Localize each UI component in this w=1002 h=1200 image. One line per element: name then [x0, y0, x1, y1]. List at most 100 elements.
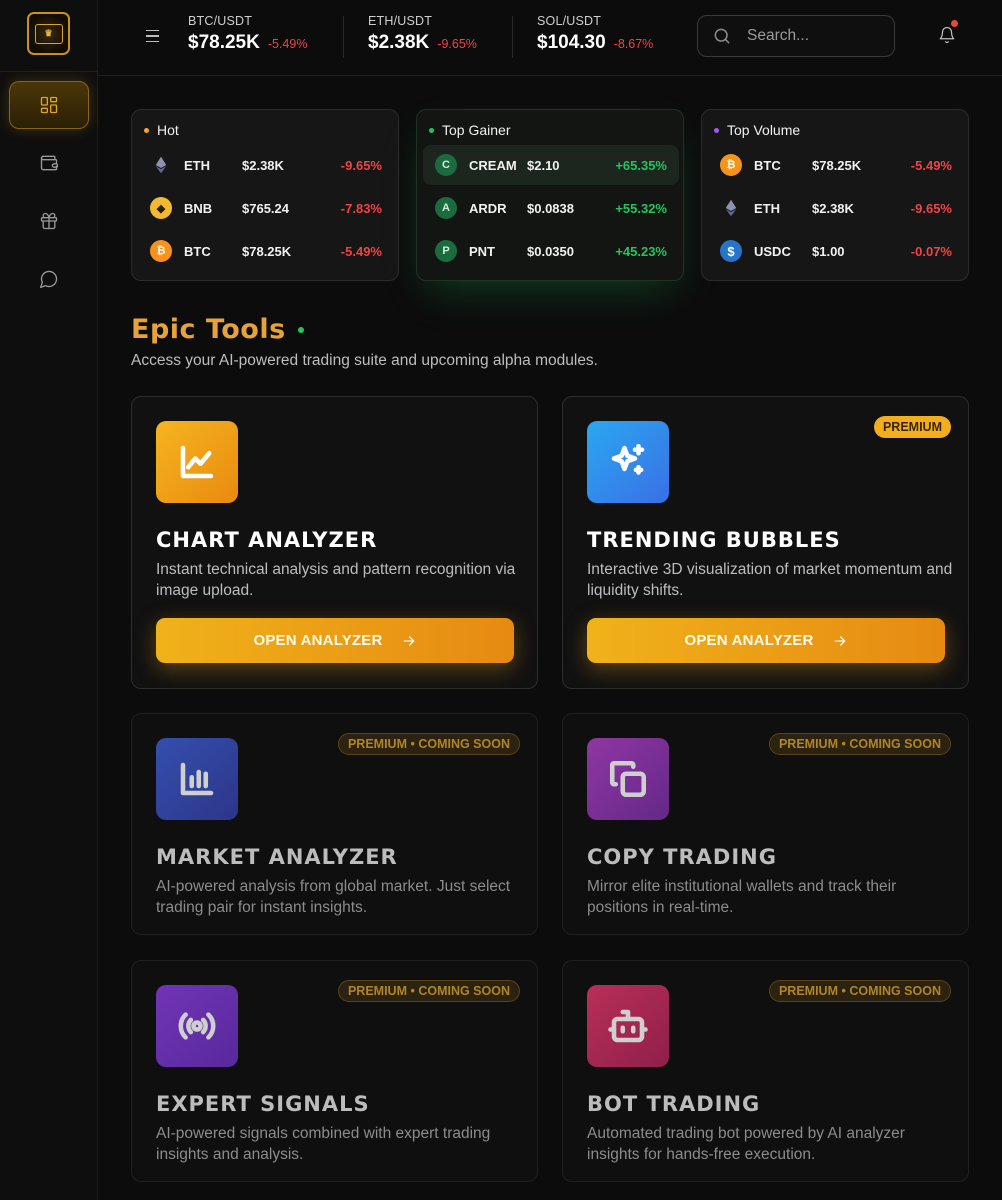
- ticker-sol[interactable]: SOL/USDT $104.30 -8.67%: [537, 14, 653, 54]
- sidebar-item-wallet[interactable]: [9, 139, 89, 187]
- tool-name: TRENDING BUBBLES: [587, 528, 841, 552]
- bar-chart-icon: [156, 738, 238, 820]
- market-row[interactable]: ₿ BTC $78.25K -5.49%: [708, 145, 964, 185]
- eth-coin-icon: [150, 154, 172, 176]
- market-row[interactable]: $ USDC $1.00 -0.07%: [708, 231, 964, 271]
- coin-change: -9.65%: [910, 200, 952, 216]
- line-chart-icon: [156, 421, 238, 503]
- ticker-pair: BTC/USDT: [188, 14, 253, 28]
- coin-change: +65.35%: [615, 157, 667, 173]
- market-card-top-volume: Top Volume ₿ BTC $78.25K -5.49% ETH $2.3…: [701, 109, 969, 281]
- tool-description: AI-powered analysis from global market. …: [156, 878, 511, 916]
- market-row[interactable]: C CREAM $2.10 +65.35%: [423, 145, 679, 185]
- menu-toggle-button[interactable]: [142, 26, 162, 46]
- radio-signal-icon: [156, 985, 238, 1067]
- market-row[interactable]: P PNT $0.0350 +45.23%: [423, 231, 679, 271]
- coin-symbol: BTC: [754, 157, 781, 173]
- coin-change: -5.49%: [340, 243, 382, 259]
- notifications-button[interactable]: [938, 20, 960, 48]
- usdc-coin-icon: $: [720, 240, 742, 262]
- coin-symbol: PNT: [469, 243, 495, 259]
- coming-soon-badge: PREMIUM • COMING SOON: [337, 733, 520, 755]
- ticker-btc[interactable]: BTC/USDT $78.25K -5.49%: [188, 14, 307, 54]
- tool-description: Mirror elite institutional wallets and t…: [587, 878, 897, 916]
- card-title: Hot: [157, 122, 179, 138]
- btc-coin-icon: ₿: [720, 154, 742, 176]
- sidebar: ♛: [0, 0, 98, 1200]
- market-row[interactable]: ₿ BTC $78.25K -5.49%: [138, 231, 394, 271]
- coming-soon-badge: PREMIUM • COMING SOON: [337, 980, 520, 1002]
- coin-price: $2.10: [527, 157, 560, 173]
- brand-logo[interactable]: ♛: [27, 12, 70, 55]
- notification-dot: [951, 20, 958, 27]
- ardr-coin-icon: A: [435, 197, 457, 219]
- market-row[interactable]: ETH $2.38K -9.65%: [708, 188, 964, 228]
- gift-icon: [40, 212, 58, 230]
- title-dot: [714, 127, 719, 133]
- eth-coin-icon: [720, 197, 742, 219]
- title-dot: [144, 127, 149, 133]
- tool-name: COPY TRADING: [587, 845, 777, 869]
- ticker-change: -9.65%: [437, 37, 477, 51]
- coin-change: +45.23%: [615, 243, 667, 259]
- arrow-right-icon: [834, 635, 845, 646]
- open-analyzer-button[interactable]: OPEN ANALYZER: [587, 618, 945, 663]
- section-title: Epic Tools: [131, 314, 304, 345]
- tool-description: Instant technical analysis and pattern r…: [156, 561, 516, 599]
- coin-price: $0.0838: [527, 200, 574, 216]
- top-header: BTC/USDT $78.25K -5.49% ETH/USDT $2.38K …: [98, 0, 1002, 76]
- cream-coin-icon: C: [435, 154, 457, 176]
- open-analyzer-button[interactable]: OPEN ANALYZER: [156, 618, 514, 663]
- button-label: OPEN ANALYZER: [684, 632, 814, 649]
- ticker-price: $2.38K: [368, 32, 430, 53]
- card-title: Top Volume: [727, 122, 801, 138]
- ticker-divider: [343, 16, 344, 58]
- ticker-change: -8.67%: [613, 37, 654, 51]
- tool-description: Interactive 3D visualization of market m…: [587, 561, 953, 599]
- hamburger-icon-line: [145, 29, 159, 32]
- coin-price: $0.0350: [527, 243, 574, 259]
- search-input[interactable]: [747, 27, 877, 45]
- dashboard-icon: [40, 96, 58, 114]
- hamburger-icon-line: [145, 35, 159, 37]
- copy-icon: [587, 738, 669, 820]
- coin-change: -5.49%: [910, 157, 952, 173]
- market-row[interactable]: ETH $2.38K -9.65%: [138, 145, 394, 185]
- ticker-pair: SOL/USDT: [537, 14, 602, 28]
- button-label: OPEN ANALYZER: [253, 632, 383, 649]
- search-icon: [714, 28, 730, 44]
- sidebar-item-dashboard[interactable]: [9, 81, 89, 129]
- market-row[interactable]: ◆ BNB $765.24 -7.83%: [138, 188, 394, 228]
- coin-price: $78.25K: [812, 157, 862, 173]
- tool-card-chart-analyzer: CHART ANALYZER Instant technical analysi…: [131, 396, 538, 689]
- ticker-price: $78.25K: [188, 32, 260, 53]
- ticker-change: -5.49%: [267, 37, 308, 51]
- tool-description: Automated trading bot powered by AI anal…: [587, 1125, 905, 1163]
- status-dot: [297, 326, 304, 333]
- hamburger-icon-line: [145, 40, 159, 43]
- coin-price: $765.24: [242, 200, 289, 216]
- pnt-coin-icon: P: [435, 240, 457, 262]
- premium-badge: PREMIUM: [873, 416, 951, 438]
- bnb-coin-icon: ◆: [150, 197, 172, 219]
- coin-change: -9.65%: [340, 157, 382, 173]
- sidebar-item-rewards[interactable]: [9, 197, 89, 245]
- ticker-eth[interactable]: ETH/USDT $2.38K -9.65%: [368, 14, 477, 54]
- market-row[interactable]: A ARDR $0.0838 +55.32%: [423, 188, 679, 228]
- tool-card-copy-trading: PREMIUM • COMING SOON COPY TRADING Mirro…: [562, 713, 969, 935]
- tool-name: CHART ANALYZER: [156, 528, 378, 552]
- arrow-right-icon: [403, 635, 414, 646]
- tool-name: BOT TRADING: [587, 1092, 761, 1116]
- btc-coin-icon: ₿: [150, 240, 172, 262]
- coin-symbol: ETH: [754, 200, 780, 216]
- section-subtitle: Access your AI-powered trading suite and…: [131, 352, 598, 369]
- card-title: Top Gainer: [442, 122, 511, 138]
- sidebar-item-chat[interactable]: [9, 255, 89, 303]
- search-box[interactable]: [697, 15, 895, 57]
- coin-price: $2.38K: [812, 200, 854, 216]
- sidebar-divider: [0, 71, 98, 72]
- tool-description: AI-powered signals combined with expert …: [156, 1125, 491, 1163]
- logo-emblem-icon: ♛: [34, 23, 63, 44]
- coin-symbol: ARDR: [469, 200, 507, 216]
- ticker-divider: [512, 16, 513, 58]
